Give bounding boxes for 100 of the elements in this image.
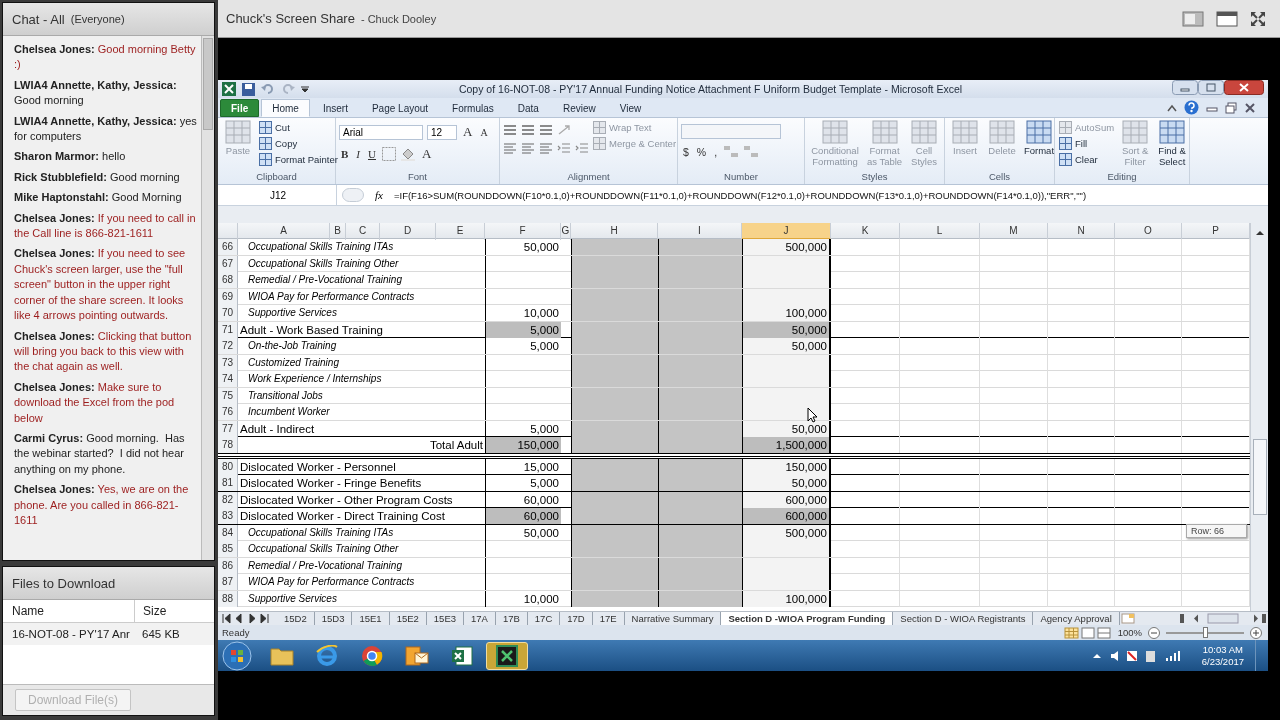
chat-message: LWIA4 Annette, Kathy, Jessica: yes for computers: [14, 113, 197, 145]
lines-icon[interactable]: [503, 124, 517, 136]
size-dropdown[interactable]: 12: [427, 124, 457, 140]
clock-time[interactable]: 10:03 AM: [1202, 643, 1243, 656]
restore-icon[interactable]: [1225, 101, 1237, 114]
layout-icon[interactable]: [1182, 10, 1204, 27]
taskbar-button[interactable]: [486, 641, 528, 670]
close-icon[interactable]: [1224, 80, 1264, 95]
row-number[interactable]: 80: [218, 458, 238, 475]
font-dropdown[interactable]: Arial: [339, 124, 423, 140]
chat-message: Carmi Cyrus: Good morning. Has the webinar started? I did not hear anything on my phone.: [14, 430, 186, 477]
style-button[interactable]: U: [366, 148, 378, 160]
row-number[interactable]: 70: [218, 305, 238, 321]
save-icon[interactable]: [242, 82, 255, 96]
number-format-button[interactable]: ,: [712, 145, 720, 158]
ribbon-tab[interactable]: Insert: [311, 99, 359, 117]
clock-date[interactable]: 6/23/2017: [1201, 655, 1244, 668]
caret-icon[interactable]: [301, 85, 309, 93]
shrink-font-button[interactable]: A: [478, 126, 490, 138]
zoom-out-icon[interactable]: [1148, 626, 1160, 639]
style-button[interactable]: B: [339, 148, 351, 160]
ribbon-button[interactable]: Format: [1022, 120, 1056, 156]
column-header[interactable]: Size: [135, 604, 167, 618]
column-header[interactable]: C: [346, 223, 380, 240]
ribbon-button[interactable]: Copy: [258, 136, 339, 151]
view-icon[interactable]: [1063, 626, 1112, 639]
column-header[interactable]: D: [380, 223, 436, 240]
restore-icon[interactable]: [1198, 80, 1224, 95]
zoom-level[interactable]: 100%: [1117, 627, 1142, 638]
row-number[interactable]: 83: [218, 508, 238, 524]
new-sheet-icon[interactable]: [1119, 613, 1136, 624]
column-header[interactable]: Name: [3, 600, 135, 622]
font-color-button[interactable]: A: [419, 146, 434, 162]
indent-icon[interactable]: [557, 142, 571, 154]
ribbon-button[interactable]: Fill: [1058, 136, 1116, 151]
caret-icon[interactable]: [1167, 103, 1177, 112]
scrollbar[interactable]: [201, 36, 214, 560]
column-header[interactable]: O: [1115, 223, 1182, 240]
table-cell: 10,000: [485, 590, 561, 607]
row-number[interactable]: 81: [218, 475, 238, 491]
orientation-icon[interactable]: [557, 124, 573, 136]
row-number[interactable]: 68: [218, 272, 238, 288]
window-icon[interactable]: [1216, 10, 1238, 27]
undo-icon[interactable]: [261, 83, 275, 95]
row-number[interactable]: 87: [218, 574, 238, 590]
border-icon[interactable]: [381, 147, 396, 161]
grid-icon: [1059, 137, 1072, 150]
ribbon-button[interactable]: Format Painter: [258, 152, 339, 167]
column-header[interactable]: B: [330, 223, 346, 240]
row-label: Occupational Skills Training ITAs: [247, 240, 395, 254]
row-number[interactable]: 76: [218, 404, 238, 420]
ribbon-tab[interactable]: File: [220, 99, 260, 117]
lines-icon[interactable]: [539, 124, 553, 136]
file-name[interactable]: 16-NOT-08 - PY'17 Anr: [3, 623, 134, 645]
ribbon-tab[interactable]: Home: [261, 99, 310, 117]
lines-icon[interactable]: [521, 124, 535, 136]
sheet-tab[interactable]: Section D -WIOA Program Funding: [721, 612, 894, 625]
column-header[interactable]: F: [485, 223, 561, 240]
name-box[interactable]: J12: [220, 185, 337, 205]
number-format-button[interactable]: $: [681, 145, 691, 158]
column-header[interactable]: N: [1048, 223, 1115, 240]
spreadsheet-icon[interactable]: [222, 82, 236, 96]
ribbon-button[interactable]: Find & Select: [1155, 120, 1190, 167]
ribbon-tab[interactable]: Review: [551, 99, 607, 117]
zoom-slider-thumb[interactable]: [1203, 626, 1208, 638]
close-icon[interactable]: [1244, 101, 1256, 114]
ribbon-tab[interactable]: View: [608, 99, 653, 117]
row-number[interactable]: 72: [218, 338, 238, 354]
row-number[interactable]: 78: [218, 437, 238, 453]
lines-icon[interactable]: [503, 142, 517, 154]
ribbon-button[interactable]: Clear: [1058, 152, 1116, 167]
grow-font-button[interactable]: A: [461, 124, 475, 140]
fill-color-icon[interactable]: [399, 147, 416, 161]
lines-icon[interactable]: [539, 142, 553, 154]
scrollbar[interactable]: [1250, 223, 1268, 611]
insert-function-button[interactable]: fx: [369, 189, 389, 201]
fullscreen-icon[interactable]: [1250, 10, 1266, 27]
start-button[interactable]: [222, 640, 252, 671]
indent-icon[interactable]: [575, 142, 589, 154]
table-cell: 600,000: [742, 508, 831, 524]
ribbon-tab[interactable]: Page Layout: [360, 99, 440, 117]
row-number[interactable]: 85: [218, 541, 238, 557]
formula-field[interactable]: =IF(F16>SUM(ROUNDDOWN(F10*0.1,0)+ROUNDDOWN(F11*0.1,0)+ROUNDDOWN(F12*0.1,0)+ROUNDDOWN(F13*0.1,0)+ROUNDDOWN(F14*0.1,0)),"ERR",""): [393, 189, 1087, 201]
horizontal-scrollbar[interactable]: [1178, 613, 1268, 624]
ribbon-tab[interactable]: Data: [506, 99, 550, 117]
scrollbar-thumb[interactable]: [1252, 439, 1267, 515]
ribbon-tab[interactable]: Formulas: [441, 99, 505, 117]
ribbon-button[interactable]: Cut: [258, 120, 339, 135]
column-header[interactable]: M: [980, 223, 1048, 240]
row-number[interactable]: 74: [218, 371, 238, 387]
column-header[interactable]: L: [900, 223, 980, 240]
minimize-icon[interactable]: [1172, 80, 1198, 95]
lines-icon[interactable]: [521, 142, 535, 154]
number-format-button[interactable]: %: [694, 145, 709, 158]
help-icon[interactable]: [1184, 100, 1199, 115]
column-header[interactable]: E: [436, 223, 485, 240]
row-number[interactable]: 66: [218, 239, 238, 255]
zoom-in-icon[interactable]: [1250, 626, 1262, 639]
row-label: Remedial / Pre-Vocational Training: [247, 273, 403, 287]
style-button[interactable]: I: [354, 148, 362, 160]
